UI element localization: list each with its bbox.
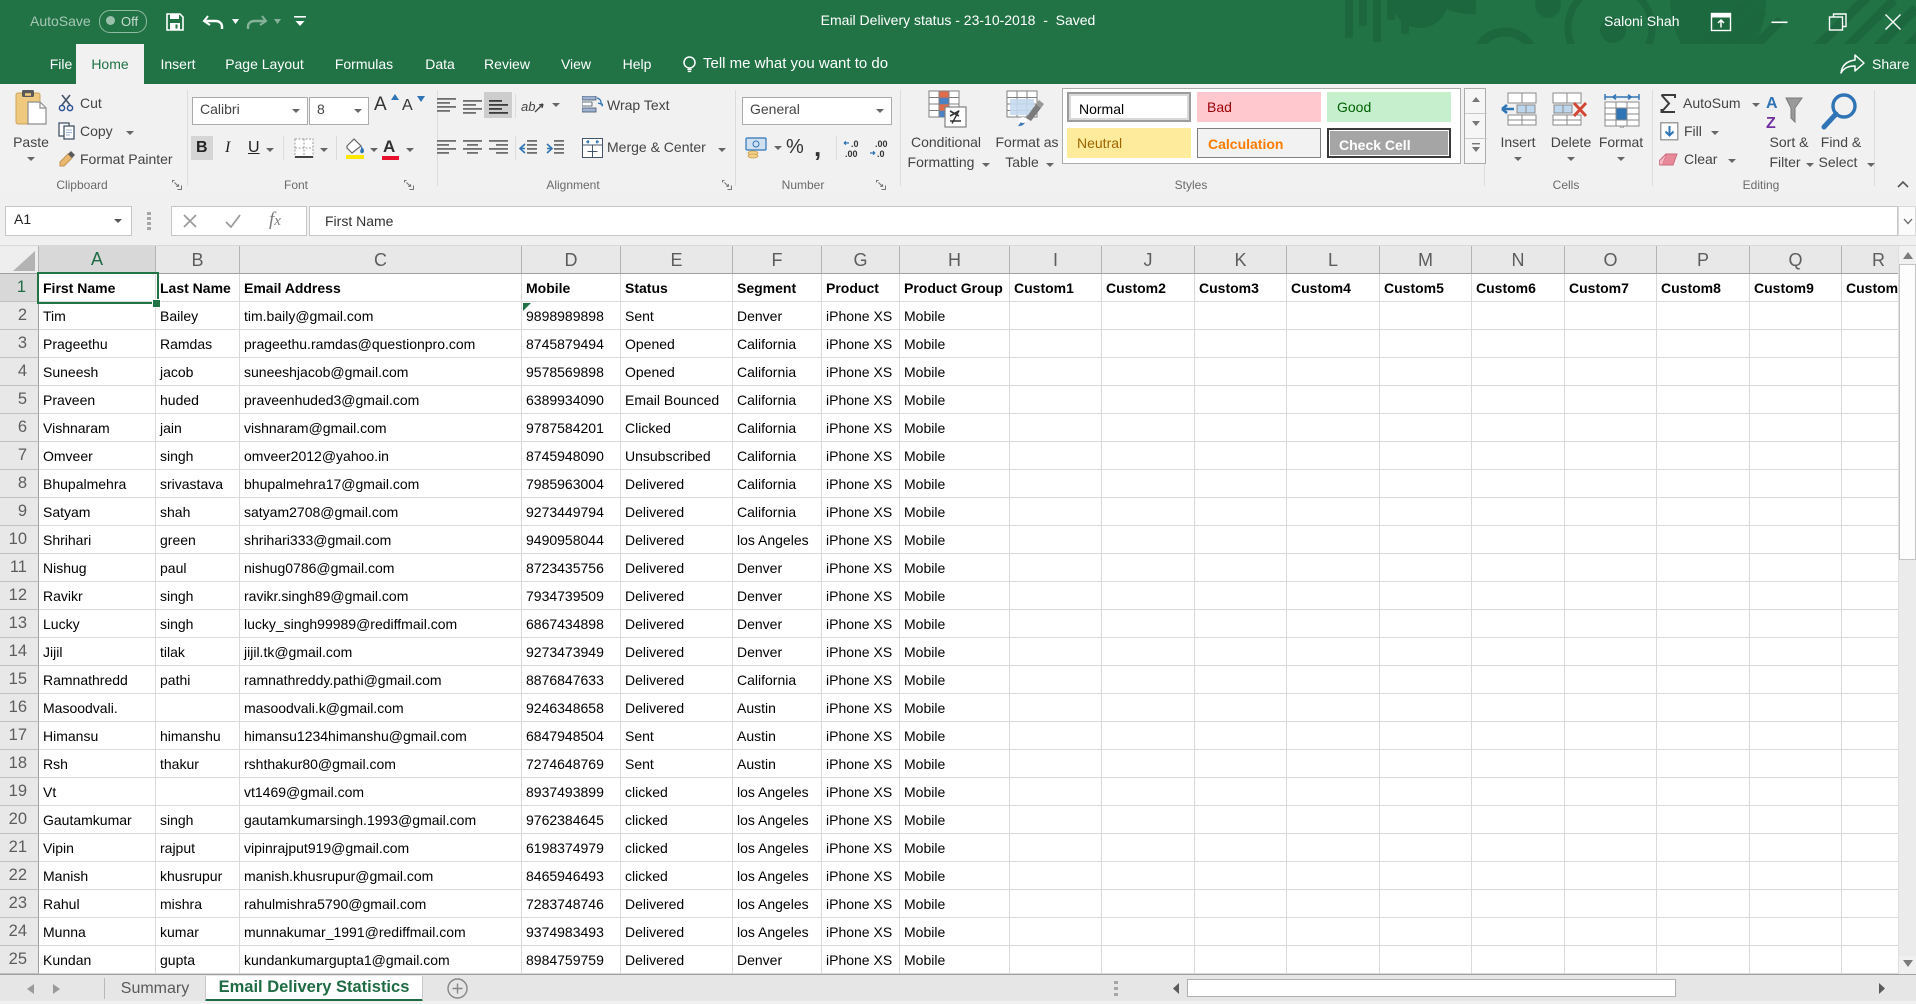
svg-text:.0: .0 xyxy=(851,139,859,149)
svg-text:.0: .0 xyxy=(877,149,885,158)
svg-text:A: A xyxy=(1766,95,1778,112)
svg-text:.00: .00 xyxy=(875,139,888,149)
svg-text:.00: .00 xyxy=(845,149,858,158)
svg-text:Z: Z xyxy=(1766,115,1776,132)
svg-text:ab: ab xyxy=(521,99,535,114)
